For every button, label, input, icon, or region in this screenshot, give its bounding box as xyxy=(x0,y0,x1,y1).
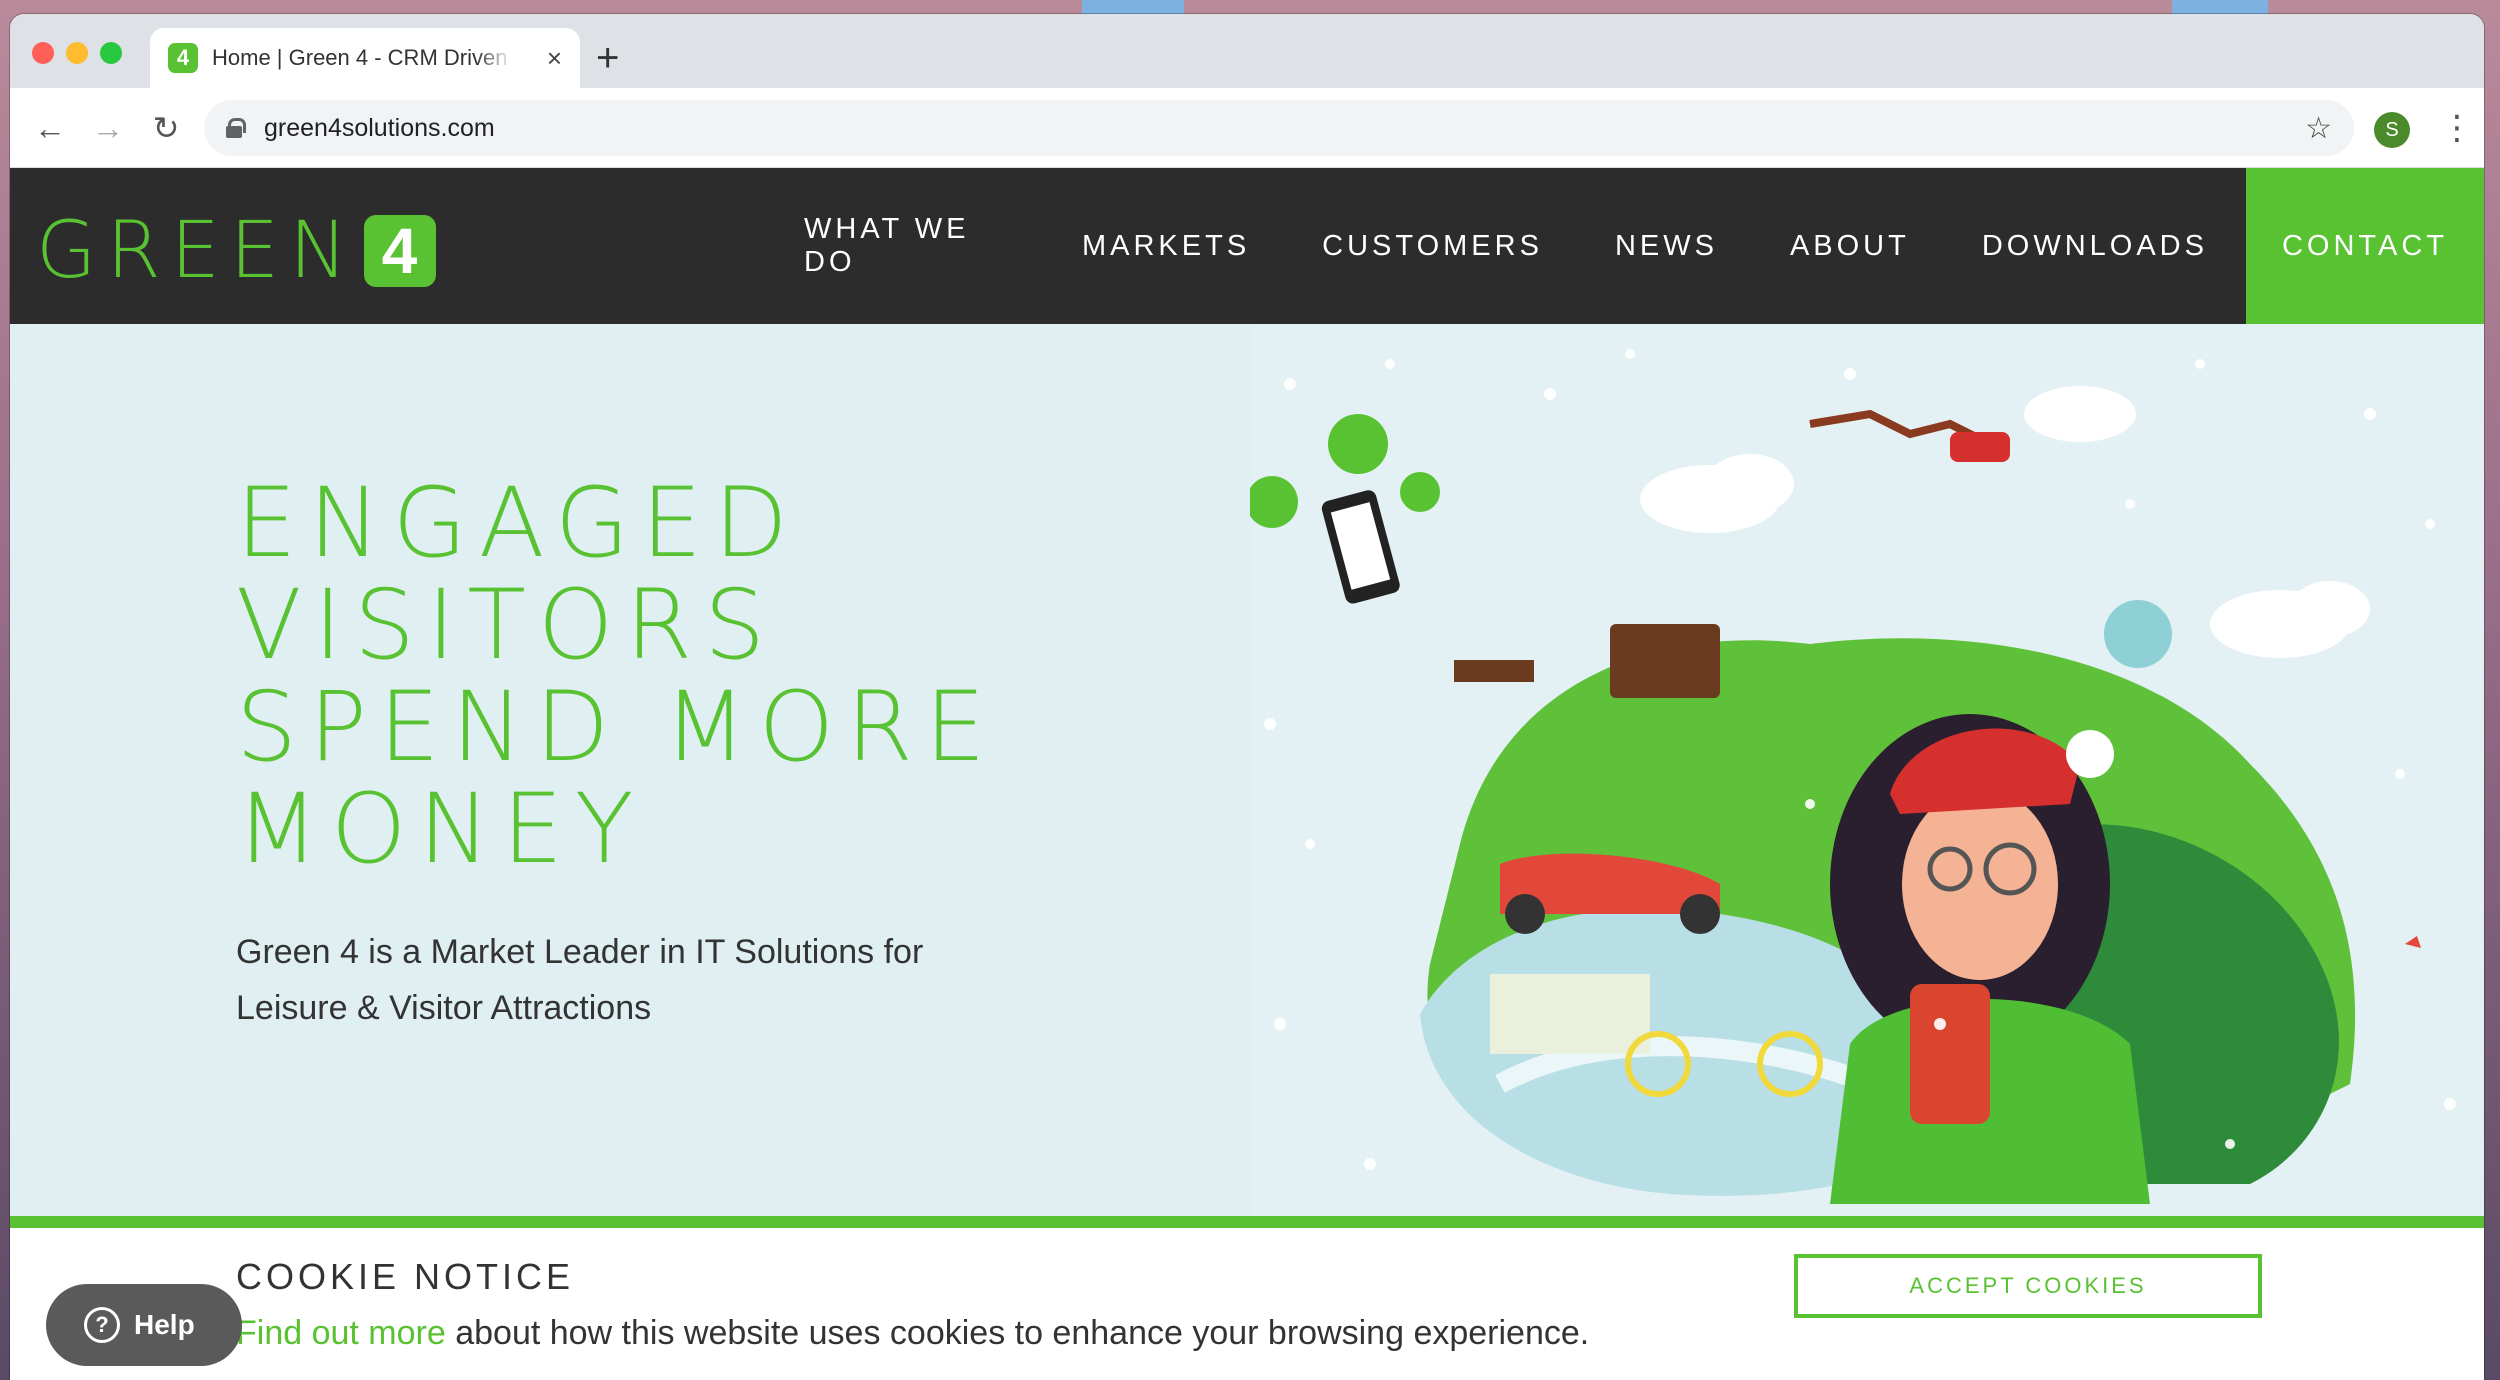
cookie-find-out-more-link[interactable]: Find out more xyxy=(236,1314,446,1352)
desktop-background xyxy=(2172,0,2268,14)
hero-subtext: Green 4 is a Market Leader in IT Solutio… xyxy=(236,933,924,1027)
help-button[interactable]: ? Help xyxy=(46,1284,242,1366)
cookie-notice-text: Find out more about how this website use… xyxy=(236,1314,1589,1353)
browser-toolbar: ← → ↻ green4solutions.com ☆ S ⋮ xyxy=(10,88,2484,168)
cookie-divider xyxy=(10,1216,2484,1228)
logo-badge: 4 xyxy=(363,215,436,287)
profile-avatar[interactable]: S xyxy=(2374,112,2410,148)
address-bar[interactable]: green4solutions.com ☆ xyxy=(204,100,2354,156)
desktop-background xyxy=(1082,0,1184,14)
cookie-notice-body: about how this website uses cookies to e… xyxy=(445,1314,1590,1352)
minimize-window-button[interactable] xyxy=(66,42,88,64)
new-tab-button[interactable]: + xyxy=(596,38,619,78)
close-window-button[interactable] xyxy=(32,42,54,64)
browser-window: 4 Home | Green 4 - CRM Driven Solutions … xyxy=(10,14,2484,1380)
site-header: GREEN 4 WHAT WE DO MARKETS CUSTOMERS NEW… xyxy=(10,168,2484,324)
cookie-notice-title: COOKIE NOTICE xyxy=(236,1256,575,1297)
web-page: GREEN 4 WHAT WE DO MARKETS CUSTOMERS NEW… xyxy=(10,168,2484,1380)
bookmark-star-icon[interactable]: ☆ xyxy=(2305,111,2332,146)
hero-headline: ENGAGED VISITORS SPEND MORE MONEY xyxy=(236,472,1036,880)
tab-strip: 4 Home | Green 4 - CRM Driven Solutions … xyxy=(10,14,2484,88)
logo-text: GREEN xyxy=(36,206,358,296)
site-logo[interactable]: GREEN 4 xyxy=(36,212,436,290)
hero-section: ENGAGED VISITORS SPEND MORE MONEY Green … xyxy=(10,324,2484,1216)
nav-news[interactable]: NEWS xyxy=(1579,168,1754,324)
headline-line: SPEND MORE xyxy=(236,671,998,783)
nav-what-we-do[interactable]: WHAT WE DO xyxy=(768,168,1046,324)
headline-line: ENGAGED xyxy=(236,467,800,579)
accept-cookies-button[interactable]: ACCEPT COOKIES xyxy=(1794,1254,2262,1318)
nav-about[interactable]: ABOUT xyxy=(1754,168,1946,324)
browser-tab-active[interactable]: 4 Home | Green 4 - CRM Driven Solutions … xyxy=(150,28,580,88)
nav-customers[interactable]: CUSTOMERS xyxy=(1286,168,1579,324)
cookie-notice: COOKIE NOTICE Find out more about how th… xyxy=(10,1228,2484,1380)
site-favicon-icon: 4 xyxy=(168,43,198,73)
nav-downloads[interactable]: DOWNLOADS xyxy=(1946,168,2244,324)
nav-contact[interactable]: CONTACT xyxy=(2245,168,2484,324)
help-label: Help xyxy=(134,1309,195,1340)
maximize-window-button[interactable] xyxy=(100,42,122,64)
headline-line: VISITORS xyxy=(236,569,778,681)
question-mark-icon: ? xyxy=(84,1307,120,1343)
lock-icon xyxy=(226,118,246,138)
reload-icon[interactable]: ↻ xyxy=(144,106,188,150)
tab-title: Home | Green 4 - CRM Driven Solutions xyxy=(212,45,512,70)
nav-markets[interactable]: MARKETS xyxy=(1046,168,1286,324)
url-text[interactable]: green4solutions.com xyxy=(264,114,495,143)
headline-line: MONEY xyxy=(236,773,646,885)
forward-arrow-icon[interactable]: → xyxy=(86,106,130,150)
back-arrow-icon[interactable]: ← xyxy=(28,106,72,150)
browser-menu-icon[interactable]: ⋮ xyxy=(2440,106,2474,150)
hero-illustration xyxy=(1250,324,2484,1216)
close-tab-icon[interactable]: × xyxy=(547,43,562,74)
main-navigation: WHAT WE DO MARKETS CUSTOMERS NEWS ABOUT … xyxy=(768,168,2484,324)
